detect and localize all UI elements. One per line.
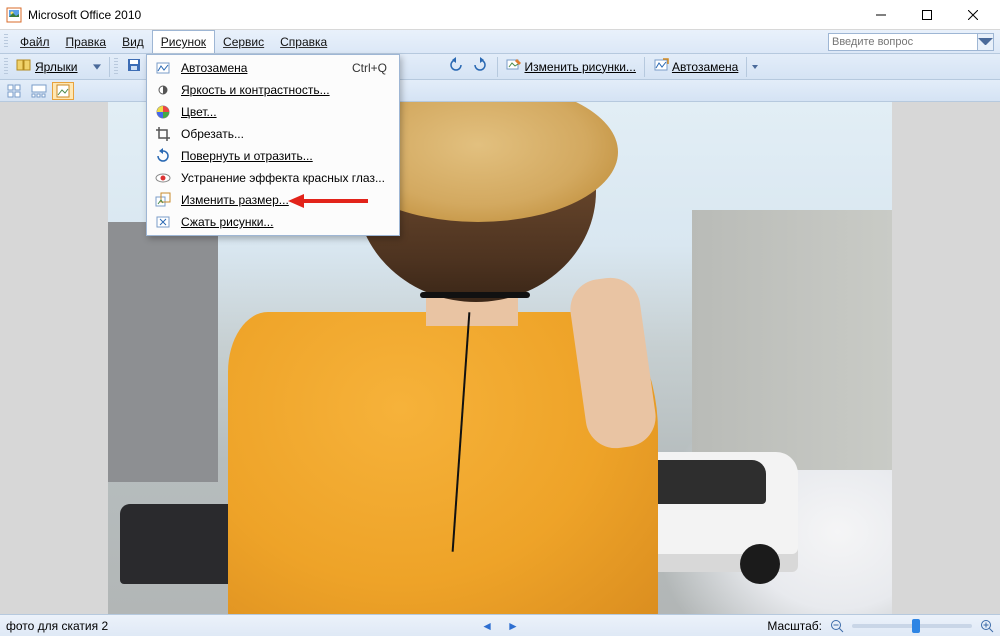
toolbar-grip-2[interactable]: [114, 58, 118, 76]
menu-picture[interactable]: Рисунок: [152, 30, 215, 53]
menu-item-resize[interactable]: Изменить размер...: [149, 189, 397, 211]
window-controls: [858, 0, 996, 30]
zoom-out-button[interactable]: [830, 619, 844, 633]
menu-item-label: Изменить размер...: [181, 193, 387, 207]
menubar-grip[interactable]: [4, 34, 8, 49]
prev-image-button[interactable]: ◄: [481, 619, 493, 633]
rotate-right-button[interactable]: [469, 56, 493, 78]
edit-pictures-icon: [506, 57, 522, 76]
ask-question-input[interactable]: [828, 33, 978, 51]
autocorrect-button[interactable]: Автозамена: [649, 56, 742, 78]
compress-icon: [153, 212, 173, 232]
view-thumbnails-button[interactable]: [4, 82, 26, 100]
menu-help[interactable]: Справка: [272, 30, 335, 53]
app-icon: [6, 7, 22, 23]
toolbar-grip[interactable]: [4, 58, 8, 76]
toolbar-overflow-icon[interactable]: [751, 65, 759, 69]
menu-item-label: Цвет...: [181, 105, 387, 119]
menu-item-label: Автозамена: [181, 61, 344, 75]
minimize-button[interactable]: [858, 0, 904, 30]
menu-item-label: Повернуть и отразить...: [181, 149, 387, 163]
menu-item-label: Яркость и контрастность...: [181, 83, 387, 97]
save-icon: [126, 57, 142, 76]
menu-item-rotate[interactable]: Повернуть и отразить...: [149, 145, 397, 167]
maximize-button[interactable]: [904, 0, 950, 30]
zoom-slider-thumb[interactable]: [912, 619, 920, 633]
view-single-button[interactable]: [52, 82, 74, 100]
autocorrect-icon: [153, 58, 173, 78]
shortcuts-icon: [16, 57, 32, 76]
autocorrect-label: Автозамена: [672, 60, 738, 74]
view-filmstrip-button[interactable]: [28, 82, 50, 100]
rotate-right-icon: [473, 57, 489, 76]
ask-question-dropdown[interactable]: [978, 33, 994, 51]
edit-pictures-label: Изменить рисунки...: [525, 60, 636, 74]
menu-picture-popup: Автозамена Ctrl+Q Яркость и контрастност…: [146, 54, 400, 236]
color-icon: [153, 102, 173, 122]
menu-view[interactable]: Вид: [114, 30, 152, 53]
menu-item-label: Устранение эффекта красных глаз...: [181, 171, 387, 185]
redeye-icon: [153, 168, 173, 188]
menu-file[interactable]: Файл: [12, 30, 58, 53]
save-button[interactable]: [122, 56, 146, 78]
nav-arrows: ◄ ►: [481, 619, 519, 633]
shortcuts-button[interactable]: Ярлыки: [12, 56, 105, 78]
app-title: Microsoft Office 2010: [28, 8, 141, 22]
zoom-label: Масштаб:: [767, 619, 822, 633]
shortcuts-dropdown-icon: [93, 59, 101, 75]
menu-item-redeye[interactable]: Устранение эффекта красных глаз...: [149, 167, 397, 189]
crop-icon: [153, 124, 173, 144]
status-filename: фото для скатия 2: [6, 619, 108, 633]
autocorrect-icon: [653, 57, 669, 76]
menu-item-label: Сжать рисунки...: [181, 215, 387, 229]
menu-item-color[interactable]: Цвет...: [149, 101, 397, 123]
menu-item-accel: Ctrl+Q: [352, 61, 387, 75]
rotate-left-button[interactable]: [443, 56, 467, 78]
menu-item-crop[interactable]: Обрезать...: [149, 123, 397, 145]
rotate-left-icon: [447, 57, 463, 76]
resize-icon: [153, 190, 173, 210]
titlebar: Microsoft Office 2010: [0, 0, 1000, 30]
menu-item-compress[interactable]: Сжать рисунки...: [149, 211, 397, 233]
brightness-icon: [153, 80, 173, 100]
zoom-slider[interactable]: [852, 624, 972, 628]
menu-item-label: Обрезать...: [181, 127, 387, 141]
statusbar: фото для скатия 2 ◄ ► Масштаб:: [0, 614, 1000, 636]
next-image-button[interactable]: ►: [507, 619, 519, 633]
close-button[interactable]: [950, 0, 996, 30]
menu-edit[interactable]: Правка: [58, 30, 115, 53]
menu-item-autocorrect[interactable]: Автозамена Ctrl+Q: [149, 57, 397, 79]
edit-pictures-button[interactable]: Изменить рисунки...: [502, 56, 640, 78]
zoom-in-button[interactable]: [980, 619, 994, 633]
menu-tools[interactable]: Сервис: [215, 30, 272, 53]
menu-item-brightness[interactable]: Яркость и контрастность...: [149, 79, 397, 101]
rotate-icon: [153, 146, 173, 166]
shortcuts-label: Ярлыки: [35, 60, 78, 74]
menubar: Файл Правка Вид Рисунок Сервис Справка: [0, 30, 1000, 54]
